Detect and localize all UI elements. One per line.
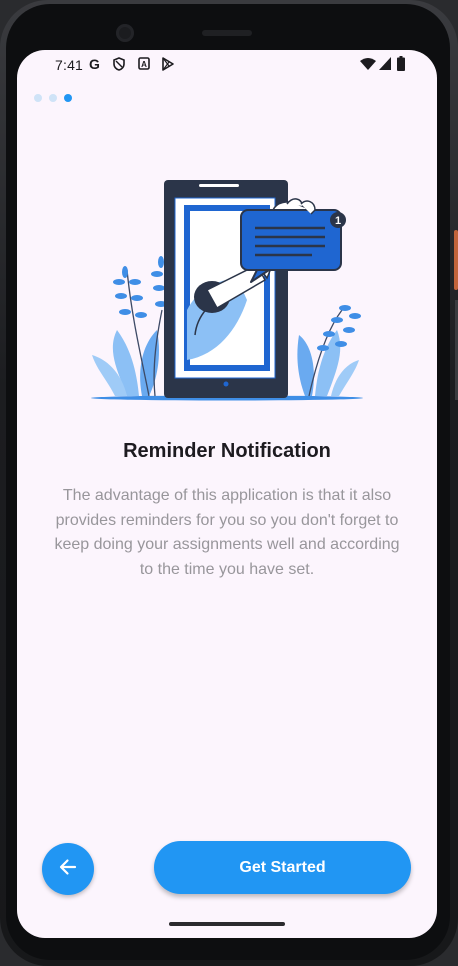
svg-text:A: A [141, 60, 147, 69]
page-dot-3-active [64, 94, 72, 102]
page-dot-2 [49, 94, 57, 102]
battery-icon [397, 56, 405, 74]
notification-bubble: 1 [240, 198, 346, 283]
app-screen: 7:41 G A 1 Reminder Notification The adv… [17, 50, 437, 938]
power-button [454, 230, 458, 290]
status-bar: 7:41 G A [17, 50, 437, 80]
notification-badge-count: 1 [335, 215, 341, 227]
get-started-button[interactable]: Get Started [154, 841, 411, 894]
back-button[interactable] [42, 843, 94, 895]
google-g-icon: G [89, 56, 100, 72]
a-box-icon: A [138, 57, 150, 73]
arrow-left-icon [58, 857, 78, 882]
page-title: Reminder Notification [123, 440, 331, 462]
earpiece-speaker [202, 30, 252, 36]
page-description: The advantage of this application is tha… [54, 487, 400, 578]
front-camera [116, 24, 134, 42]
page-dot-1 [34, 94, 42, 102]
wifi-icon [360, 58, 376, 73]
phone-frame: 7:41 G A 1 Reminder Notification The adv… [0, 0, 458, 966]
play-store-icon [161, 57, 174, 74]
reminder-illustration: 1 [87, 170, 367, 405]
signal-icon [379, 57, 391, 73]
home-indicator[interactable] [169, 922, 285, 926]
shield-icon [113, 57, 125, 74]
status-time: 7:41 [55, 57, 84, 73]
right-plant [297, 305, 361, 397]
